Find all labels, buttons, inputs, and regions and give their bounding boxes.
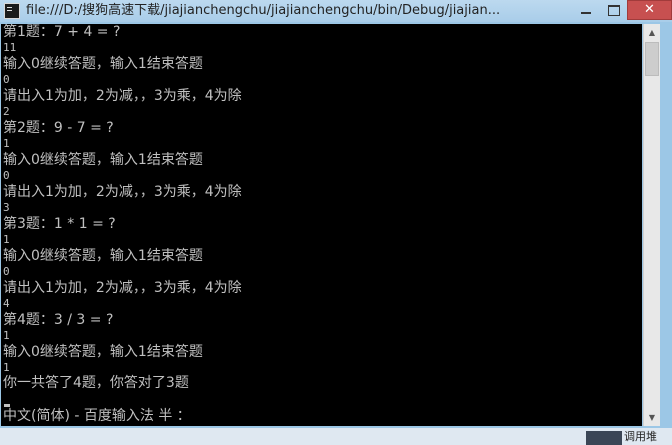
close-icon: ✕ — [644, 2, 655, 17]
console-line: 输入0继续答题，输入1结束答题 — [3, 56, 203, 72]
console-line: 0 — [3, 169, 10, 182]
console-output[interactable]: 第1题：7 + 4 = ? 11 输入0继续答题，输入1结束答题 0 请出入1为… — [1, 24, 642, 426]
console-line: 1 — [3, 233, 10, 246]
scroll-thumb[interactable] — [645, 42, 659, 76]
scroll-up-icon[interactable]: ▲ — [644, 24, 660, 41]
maximize-icon — [608, 5, 620, 16]
console-line: 0 — [3, 265, 10, 278]
window-title: file:///D:/搜狗高速下载/jiajianchengchu/jiajia… — [26, 3, 501, 18]
scroll-down-icon[interactable]: ▼ — [644, 409, 660, 426]
console-line: 第3题：1 * 1 = ? — [3, 216, 116, 232]
console-line: 第4题：3 / 3 = ? — [3, 312, 114, 328]
console-line: 4 — [3, 297, 10, 310]
console-line: 请出入1为加，2为减，，3为乘，4为除 — [3, 280, 242, 296]
console-line: 1 — [3, 361, 10, 374]
title-bar[interactable]: file:///D:/搜狗高速下载/jiajianchengchu/jiajia… — [0, 0, 672, 22]
taskbar-fragment: 调用堆 — [0, 428, 672, 445]
console-line: 输入0继续答题，输入1结束答题 — [3, 344, 203, 360]
close-button[interactable]: ✕ — [627, 0, 672, 20]
console-line: 输入0继续答题，输入1结束答题 — [3, 152, 203, 168]
minimize-button[interactable] — [572, 0, 600, 20]
taskbar-button[interactable] — [586, 431, 622, 445]
console-line: 第2题：9 - 7 = ? — [3, 120, 114, 136]
taskbar-label: 调用堆 — [624, 430, 657, 443]
console-window: file:///D:/搜狗高速下载/jiajianchengchu/jiajia… — [0, 0, 672, 445]
minimize-icon — [581, 12, 591, 14]
console-line: 11 — [3, 41, 17, 54]
maximize-button[interactable] — [600, 0, 627, 20]
console-line: 3 — [3, 201, 10, 214]
vertical-scrollbar[interactable]: ▲ ▼ — [643, 24, 660, 426]
console-line: 请出入1为加，2为减，，3为乘，4为除 — [3, 88, 242, 104]
summary-line: 你一共答了4题，你答对了3题 — [3, 375, 189, 391]
console-line: 输入0继续答题，输入1结束答题 — [3, 248, 203, 264]
console-line: 1 — [3, 329, 10, 342]
console-line: 0 — [3, 73, 10, 86]
console-app-icon[interactable] — [4, 3, 20, 19]
text-cursor — [4, 404, 10, 407]
console-line: 请出入1为加，2为减，，3为乘，4为除 — [3, 184, 242, 200]
console-line: 1 — [3, 137, 10, 150]
console-line: 第1题：7 + 4 = ? — [3, 24, 121, 40]
ime-status-line: 中文(简体) - 百度输入法 半 ： — [3, 408, 191, 424]
console-line: 2 — [3, 105, 10, 118]
